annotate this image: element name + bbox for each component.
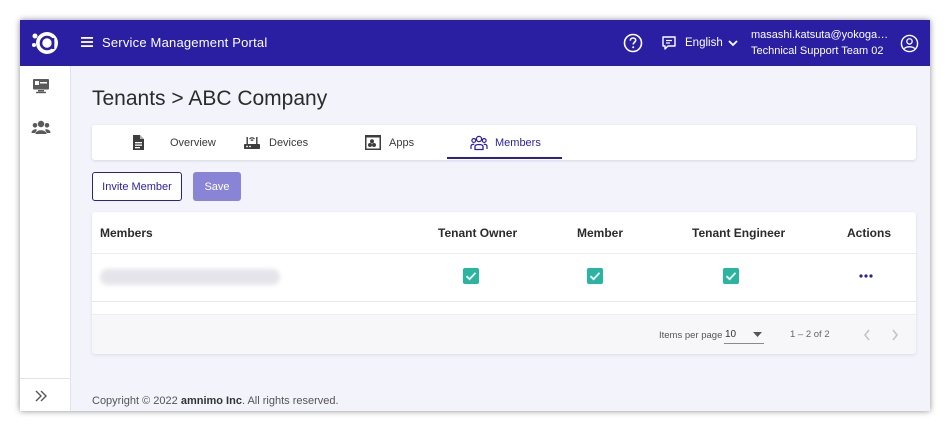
tab-apps-label: Apps [389, 137, 415, 149]
user-team: Technical Support Team 02 [751, 45, 884, 57]
active-tab-indicator [447, 157, 562, 159]
items-per-page-label: Items per page [659, 330, 723, 341]
sidebar-divider [20, 378, 70, 379]
items-per-page-select[interactable]: 10 [725, 329, 736, 340]
help-icon[interactable] [623, 33, 643, 53]
language-selector[interactable]: English [685, 37, 723, 49]
account-circle-icon[interactable] [900, 34, 919, 53]
language-icon[interactable] [661, 35, 677, 51]
copyright-suffix: . All rights reserved. [241, 395, 339, 407]
tab-overview[interactable]: Overview [112, 125, 222, 160]
page-title: Tenants > ABC Company [92, 87, 328, 110]
members-icon [470, 135, 488, 151]
tab-devices[interactable]: Devices [232, 125, 337, 160]
top-bar: Service Management Portal English masash… [20, 20, 930, 66]
router-icon [244, 137, 260, 149]
tab-devices-label: Devices [269, 137, 309, 149]
chevron-down-icon[interactable] [727, 38, 739, 48]
tab-overview-label: Overview [170, 137, 216, 149]
members-table: Members Tenant Owner Member Tenant Engin… [92, 212, 916, 354]
tenant-engineer-checkbox[interactable] [723, 268, 739, 284]
app-window: Service Management Portal English masash… [20, 20, 930, 411]
dropdown-arrow-icon[interactable] [753, 332, 762, 337]
sidebar [20, 66, 71, 411]
member-email-redacted [100, 269, 280, 285]
copyright-prefix: Copyright © 2022 [92, 395, 181, 407]
tenant-owner-checkbox[interactable] [463, 268, 479, 284]
column-header-tenant-engineer: Tenant Engineer [692, 226, 786, 240]
member-checkbox[interactable] [587, 268, 603, 284]
copyright-footer: Copyright © 2022 amnimo Inc. All rights … [92, 395, 339, 407]
more-actions-icon[interactable] [859, 273, 873, 279]
app-title: Service Management Portal [102, 35, 268, 50]
previous-page-icon[interactable] [862, 328, 872, 342]
monitor-icon[interactable] [32, 78, 50, 94]
header-divider [92, 253, 916, 254]
invite-member-button[interactable]: Invite Member [92, 172, 182, 201]
row-divider [92, 301, 916, 302]
tab-members[interactable]: Members [467, 125, 567, 160]
tab-members-label: Members [495, 137, 541, 149]
document-icon [133, 135, 144, 150]
tab-apps[interactable]: Apps [354, 125, 444, 160]
amnimo-logo-icon[interactable] [30, 28, 60, 58]
users-group-icon[interactable] [31, 119, 51, 135]
column-header-tenant-owner: Tenant Owner [438, 226, 518, 240]
tab-bar: Overview Devices Apps Members [92, 125, 916, 160]
user-email: masashi.katsuta@yokogawa.com [751, 29, 894, 41]
column-header-actions: Actions [847, 226, 892, 240]
column-header-members: Members [100, 226, 153, 240]
paginator: Items per page 10 1 – 2 of 2 [92, 314, 916, 354]
column-header-member: Member [577, 226, 624, 240]
save-button[interactable]: Save [193, 172, 241, 201]
page-range-label: 1 – 2 of 2 [790, 329, 830, 340]
expand-sidebar-icon[interactable] [34, 389, 48, 403]
apps-icon [365, 135, 381, 150]
items-per-page-underline [724, 343, 764, 344]
hamburger-menu-icon[interactable] [80, 35, 94, 49]
copyright-company: amnimo Inc [180, 395, 242, 407]
next-page-icon[interactable] [890, 328, 900, 342]
